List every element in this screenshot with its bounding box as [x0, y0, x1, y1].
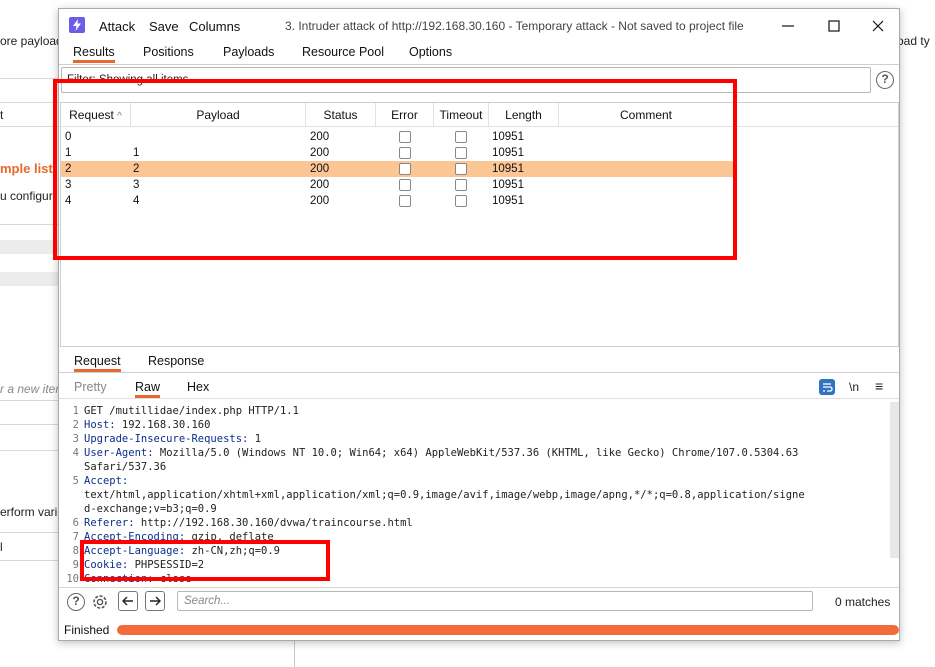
search-bar: ? Search... 0 matches	[59, 587, 899, 615]
view-tabs: Pretty Raw Hex \n ≡	[59, 375, 899, 399]
annotation-box-cookie	[80, 540, 330, 581]
tab-positions[interactable]: Positions	[143, 45, 194, 59]
search-input[interactable]: Search...	[177, 591, 813, 611]
message-tabs: Request Response	[59, 349, 899, 373]
menu-save[interactable]: Save	[149, 19, 179, 34]
bg-text-payload: ore payload	[0, 34, 63, 48]
help-icon[interactable]: ?	[876, 71, 894, 89]
bg-text-payload-type: oad ty	[897, 34, 930, 48]
window-title: 3. Intruder attack of http://192.168.30.…	[285, 19, 744, 33]
bg-text-l: l	[0, 540, 3, 554]
status-text: Finished	[64, 623, 110, 637]
tab-options[interactable]: Options	[409, 45, 452, 59]
search-help-icon[interactable]: ?	[67, 593, 85, 611]
tab-pretty[interactable]: Pretty	[74, 380, 107, 394]
progress-fill	[117, 625, 899, 635]
status-bar: Finished	[59, 619, 899, 640]
menu-icon[interactable]: ≡	[875, 378, 883, 394]
gear-icon[interactable]	[90, 592, 110, 612]
tab-request[interactable]: Request	[74, 354, 121, 372]
newline-toggle[interactable]: \n	[849, 380, 859, 394]
previous-match-button[interactable]	[118, 591, 138, 611]
bg-text-perform: erform vario	[0, 505, 65, 519]
bg-text-t: t	[0, 108, 4, 122]
burp-logo-icon	[69, 17, 85, 33]
bg-text-new-item: r a new item	[0, 382, 66, 396]
minimize-icon[interactable]	[779, 17, 797, 35]
attack-tabs: Results Positions Payloads Resource Pool…	[59, 43, 899, 65]
search-placeholder: Search...	[184, 595, 231, 607]
word-wrap-icon[interactable]	[819, 379, 835, 395]
editor-scrollbar[interactable]	[890, 402, 899, 558]
match-count: 0 matches	[835, 595, 891, 609]
tab-raw[interactable]: Raw	[135, 380, 161, 398]
annotation-box-results	[53, 79, 737, 260]
bg-text-configure: u configur	[0, 189, 53, 203]
close-icon[interactable]	[869, 17, 887, 35]
menu-attack[interactable]: Attack	[99, 19, 135, 34]
title-bar: Attack Save Columns 3. Intruder attack o…	[59, 9, 899, 43]
bg-heading-simple-list: mple list	[0, 161, 53, 176]
progress-bar	[117, 625, 899, 635]
tab-resource-pool[interactable]: Resource Pool	[302, 45, 384, 59]
tab-results[interactable]: Results	[73, 45, 115, 63]
maximize-icon[interactable]	[825, 17, 843, 35]
tab-payloads[interactable]: Payloads	[223, 45, 274, 59]
tab-response[interactable]: Response	[148, 354, 204, 368]
menu-columns[interactable]: Columns	[189, 19, 240, 34]
next-match-button[interactable]	[145, 591, 165, 611]
tab-hex[interactable]: Hex	[187, 380, 209, 394]
